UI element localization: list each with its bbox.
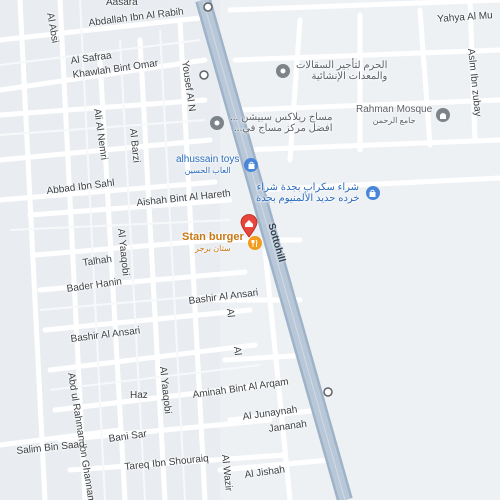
- fork-knife-icon: [247, 236, 262, 250]
- poi-rahman-mosque[interactable]: Rahman Mosque جامع الرحمن: [356, 104, 451, 126]
- street-label-al-1: Al: [224, 308, 236, 319]
- poi-label: مساج ريلاكس سبيشن ... افضل مركز مساج في.…: [230, 112, 333, 134]
- street-label-haz: Haz: [130, 390, 148, 401]
- poi-subname: افضل مركز مساج في...: [233, 123, 333, 134]
- mosque-icon: [436, 108, 451, 122]
- poi-name: alhussain toys: [176, 154, 240, 165]
- poi-name: الحرم لتأجير السقالات: [296, 60, 388, 71]
- poi-name: مساج ريلاكس سبيشن ...: [230, 112, 333, 123]
- poi-subname: والمعدات الإنشائية: [311, 71, 388, 82]
- poi-label: الحرم لتأجير السقالات والمعدات الإنشائية: [296, 60, 387, 82]
- poi-subname: العاب الحسين: [184, 166, 231, 175]
- poi-label: Stan burger ستان برجر: [182, 232, 244, 254]
- poi-subname: ستان برجر: [195, 244, 231, 253]
- poi-massage-center[interactable]: مساج ريلاكس سبيشن ... افضل مركز مساج في.…: [210, 112, 333, 134]
- shopping-bag-icon: [365, 186, 380, 200]
- poi-name: Stan burger: [182, 231, 244, 243]
- poi-name: شراء سكراب بجدة شراء: [256, 182, 360, 193]
- poi-name: Rahman Mosque: [356, 104, 433, 115]
- map-canvas[interactable]: Aasara Al Absi Abdallah Ibn Al Rabih Yah…: [0, 0, 500, 500]
- poi-stan-burger[interactable]: Stan burger ستان برجر: [182, 232, 262, 254]
- poi-label: alhussain toys العاب الحسين: [176, 154, 239, 176]
- poi-subname: جامع الرحمن: [372, 116, 416, 125]
- poi-scrap-buying[interactable]: شراء سكراب بجدة شراء خرده حديد الألمنيوم…: [256, 182, 380, 204]
- poi-subname: خرده حديد الألمنيوم بجدة: [256, 193, 360, 204]
- pin-icon: [276, 64, 290, 78]
- street-label-aasara: Aasara: [106, 0, 138, 8]
- poi-label: Rahman Mosque جامع الرحمن: [356, 104, 432, 126]
- pin-icon: [210, 116, 224, 130]
- poi-label: شراء سكراب بجدة شراء خرده حديد الألمنيوم…: [256, 182, 360, 204]
- poi-haram-scaffolding[interactable]: الحرم لتأجير السقالات والمعدات الإنشائية: [276, 60, 387, 82]
- shopping-bag-icon: [244, 158, 259, 172]
- poi-alhussain-toys[interactable]: alhussain toys العاب الحسين: [176, 154, 259, 176]
- street-label-al-2: Al: [231, 346, 243, 357]
